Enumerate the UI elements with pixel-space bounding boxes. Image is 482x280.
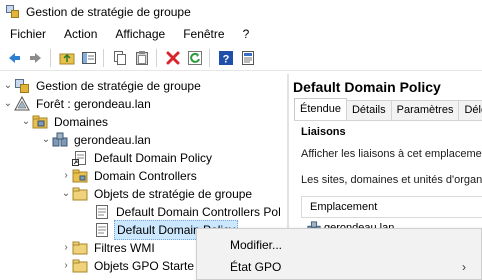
tree-item-label: Default Domain Controllers Pol <box>116 205 281 219</box>
title-bar: Gestion de stratégie de groupe <box>0 0 482 24</box>
menu-affichage[interactable]: Affichage <box>106 24 174 44</box>
tree-item-label: Domain Controllers <box>94 169 197 183</box>
paste-icon[interactable] <box>132 48 152 68</box>
tree-item-default-domain-controllers-policy[interactable]: Default Domain Controllers Pol <box>94 203 283 221</box>
details-tabs: Étendue Détails Paramètres Délé <box>294 98 482 120</box>
tab-details[interactable]: Détails <box>345 100 392 120</box>
tree-item-gpmc-root[interactable]: ⌄ Gestion de stratégie de groupe <box>2 77 203 95</box>
menu-fichier[interactable]: Fichier <box>0 24 55 44</box>
context-menu-item-label: Modifier... <box>230 238 283 252</box>
gpmc-icon <box>14 78 30 94</box>
delete-icon[interactable] <box>163 48 183 68</box>
domain-icon <box>52 132 68 148</box>
tree-item-label: Objets GPO Starte <box>94 259 195 273</box>
tree-item-default-domain-policy-link[interactable]: Default Domain Policy <box>72 149 214 167</box>
forest-icon <box>14 96 30 112</box>
tree-item-starter-gpos[interactable]: › Objets GPO Starte <box>60 257 196 275</box>
help-icon[interactable]: ? <box>216 48 236 68</box>
tree-item-label: Domaines <box>54 115 109 129</box>
links-table-header[interactable]: Emplacement <box>301 196 482 218</box>
column-header-emplacement[interactable]: Emplacement <box>310 201 377 213</box>
toolbar-separator <box>209 48 210 67</box>
toolbar-separator <box>103 48 104 67</box>
chevron-right-icon[interactable]: › <box>60 257 72 275</box>
menu-help[interactable]: ? <box>234 24 259 44</box>
ou-folder-icon <box>72 168 88 184</box>
chevron-down-icon[interactable]: ⌄ <box>40 131 52 149</box>
context-menu: Modifier... État GPO › <box>196 228 482 280</box>
chevron-down-icon[interactable]: ⌄ <box>2 77 14 95</box>
tab-divider <box>294 120 482 121</box>
section-title-liaisons: Liaisons <box>301 126 346 138</box>
tab-parametres[interactable]: Paramètres <box>390 100 460 120</box>
folder-icon <box>72 258 88 274</box>
context-menu-etat-gpo[interactable]: État GPO › <box>198 255 480 279</box>
tree-item-domain[interactable]: ⌄ gerondeau.lan <box>40 131 153 149</box>
links-description: Afficher les liaisons à cet emplacement <box>301 148 482 160</box>
tree-item-wmi-filters[interactable]: › Filtres WMI <box>60 239 157 257</box>
tree-item-domains[interactable]: ⌄ Domaines <box>20 113 110 131</box>
tree-item-label: Forêt : gerondeau.lan <box>36 97 151 111</box>
chevron-down-icon[interactable]: ⌄ <box>2 95 14 113</box>
toolbar: ? <box>0 45 482 71</box>
tree-item-forest[interactable]: ⌄ Forêt : gerondeau.lan <box>2 95 153 113</box>
chevron-right-icon[interactable]: › <box>60 239 72 257</box>
chevron-down-icon[interactable]: ⌄ <box>60 185 72 203</box>
svg-text:?: ? <box>223 53 230 65</box>
properties-icon[interactable] <box>238 48 258 68</box>
tree-item-label: Gestion de stratégie de groupe <box>36 79 201 93</box>
up-folder-icon[interactable] <box>57 48 77 68</box>
tree-item-domain-controllers[interactable]: › Domain Controllers <box>60 167 199 185</box>
domains-folder-icon <box>32 114 48 130</box>
menu-action[interactable]: Action <box>55 24 106 44</box>
tree-item-gpo-folder[interactable]: ⌄ Objets de stratégie de groupe <box>60 185 254 203</box>
chevron-down-icon[interactable]: ⌄ <box>20 113 32 131</box>
tab-etendue[interactable]: Étendue <box>294 98 347 120</box>
tab-delegation[interactable]: Délé <box>458 100 482 120</box>
toolbar-separator <box>50 48 51 67</box>
context-menu-modifier[interactable]: Modifier... <box>198 233 480 257</box>
show-hide-tree-icon[interactable] <box>79 48 99 68</box>
scope-description: Les sites, domaines et unités d'organis <box>301 174 482 186</box>
refresh-icon[interactable] <box>185 48 205 68</box>
chevron-right-icon[interactable]: › <box>60 167 72 185</box>
folder-icon <box>72 186 88 202</box>
gpo-icon <box>94 204 110 220</box>
gpmc-app-icon <box>6 5 20 19</box>
tree-item-label: Filtres WMI <box>94 241 155 255</box>
tree-item-label: Default Domain Policy <box>94 151 213 165</box>
copy-icon[interactable] <box>110 48 130 68</box>
forward-arrow-icon[interactable] <box>26 48 46 68</box>
menu-bar: Fichier Action Affichage Fenêtre ? <box>0 24 482 44</box>
chevron-right-icon: › <box>462 260 466 274</box>
folder-icon <box>72 240 88 256</box>
context-menu-item-label: État GPO <box>230 260 282 274</box>
toolbar-separator <box>156 48 157 67</box>
menu-fenetre[interactable]: Fenêtre <box>174 24 233 44</box>
tree-item-label: gerondeau.lan <box>74 133 151 147</box>
back-arrow-icon[interactable] <box>4 48 24 68</box>
gpo-link-icon <box>72 150 88 166</box>
details-title: Default Domain Policy <box>293 79 441 95</box>
gpo-icon <box>94 222 110 238</box>
window-title: Gestion de stratégie de groupe <box>26 5 191 19</box>
tree-item-label: Objets de stratégie de groupe <box>94 187 253 201</box>
